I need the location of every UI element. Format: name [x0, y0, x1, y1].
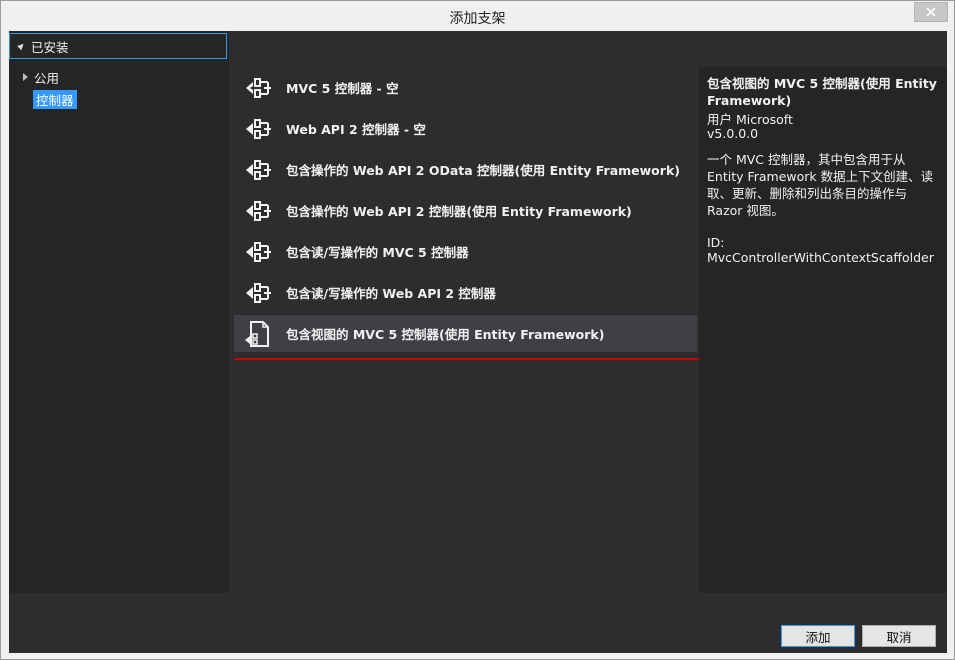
controller-icon [246, 77, 271, 98]
cancel-button[interactable]: 取消 [862, 625, 936, 647]
details-pane: 包含视图的 MVC 5 控制器(使用 Entity Framework) 用户 … [699, 67, 947, 593]
controller-with-views-icon [245, 320, 269, 347]
item-label: MVC 5 控制器 - 空 [286, 81, 399, 96]
list-item[interactable]: 包含操作的 Web API 2 控制器(使用 Entity Framework) [234, 192, 697, 229]
close-icon [926, 7, 936, 17]
dialog-window: 添加支架 已安装 公用 控制器 MVC 5 控制器 - 空 Web API 2 … [0, 0, 955, 660]
controller-icon [246, 200, 271, 221]
title-bar: 添加支架 [1, 1, 954, 31]
details-title: 包含视图的 MVC 5 控制器(使用 Entity Framework) [707, 76, 937, 108]
details-description: 一个 MVC 控制器，其中包含用于从 Entity Framework 数据上下… [707, 152, 934, 218]
controller-icon [246, 282, 271, 303]
installed-label: 已安装 [31, 39, 69, 55]
add-button[interactable]: 添加 [781, 625, 855, 647]
item-label: Web API 2 控制器 - 空 [286, 122, 426, 137]
button-bar: 添加 取消 [9, 593, 947, 653]
item-label: 包含视图的 MVC 5 控制器(使用 Entity Framework) [286, 327, 605, 342]
tree-item-label: 控制器 [33, 89, 77, 109]
highlight-underline [234, 358, 705, 360]
list-item[interactable]: 包含读/写操作的 Web API 2 控制器 [234, 274, 697, 311]
list-item-selected[interactable]: 包含视图的 MVC 5 控制器(使用 Entity Framework) [234, 315, 697, 352]
controller-icon [246, 159, 271, 180]
list-item[interactable]: 包含操作的 Web API 2 OData 控制器(使用 Entity Fram… [234, 151, 697, 188]
item-label: 包含操作的 Web API 2 OData 控制器(使用 Entity Fram… [286, 163, 680, 178]
category-tree: 已安装 公用 控制器 [9, 31, 229, 593]
expand-collapse-icon [17, 41, 26, 51]
details-id: ID: MvcControllerWithContextScaffolder [707, 235, 934, 265]
list-item[interactable]: 包含读/写操作的 MVC 5 控制器 [234, 233, 697, 270]
tree-item-common[interactable]: 公用 [23, 68, 59, 86]
details-version: v5.0.0.0 [707, 126, 759, 141]
list-item[interactable]: MVC 5 控制器 - 空 [234, 69, 697, 106]
window-title: 添加支架 [449, 11, 506, 27]
controller-icon [246, 118, 271, 139]
item-label: 包含读/写操作的 MVC 5 控制器 [286, 245, 469, 260]
list-item[interactable]: Web API 2 控制器 - 空 [234, 110, 697, 147]
dialog-content: 已安装 公用 控制器 MVC 5 控制器 - 空 Web API 2 控制器 -… [9, 31, 947, 653]
installed-header[interactable]: 已安装 [9, 33, 227, 59]
controller-icon [246, 241, 271, 262]
scaffold-list: MVC 5 控制器 - 空 Web API 2 控制器 - 空 包含操作的 We… [234, 67, 705, 593]
expand-arrow-icon [23, 73, 28, 81]
item-label: 包含操作的 Web API 2 控制器(使用 Entity Framework) [286, 204, 632, 219]
tree-item-label: 公用 [34, 70, 60, 86]
item-label: 包含读/写操作的 Web API 2 控制器 [286, 286, 496, 301]
tree-item-controllers[interactable]: 控制器 [33, 89, 77, 109]
close-button[interactable] [914, 2, 948, 22]
